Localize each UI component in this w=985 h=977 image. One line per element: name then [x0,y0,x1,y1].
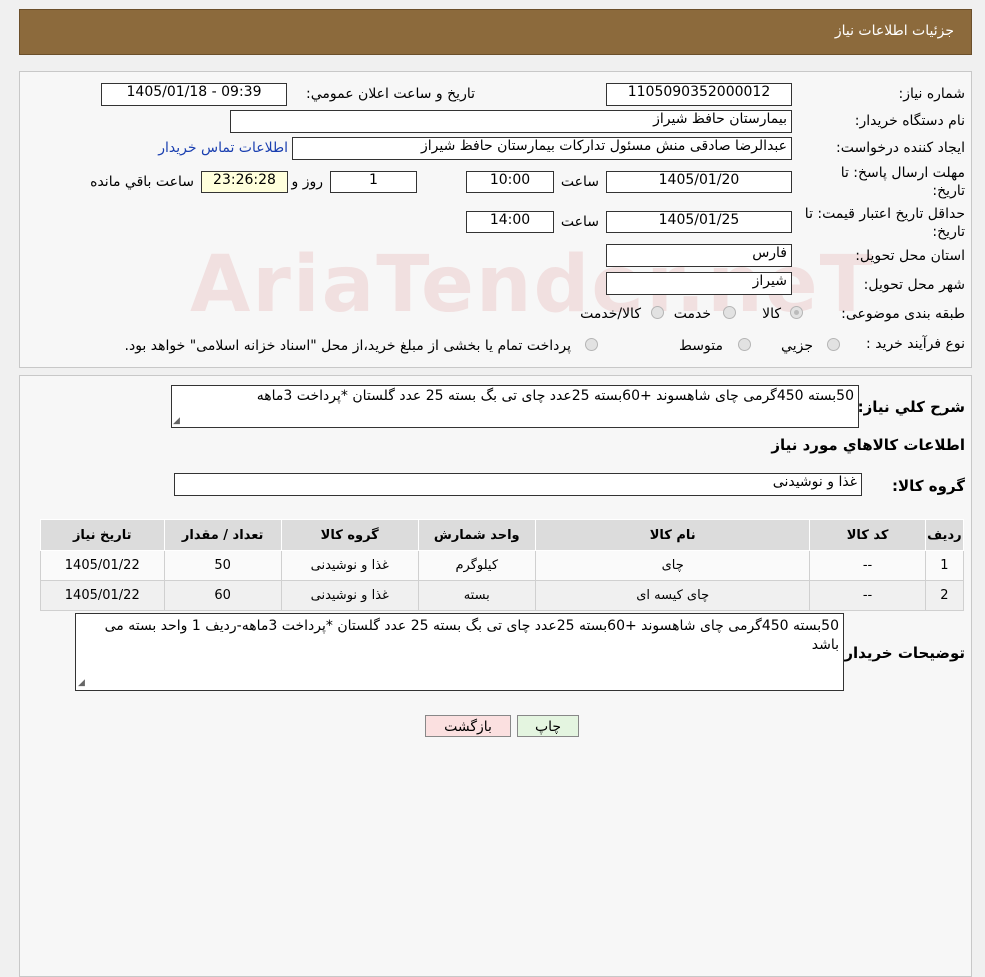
cell-goods-code: -- [809,550,926,581]
process-treasury-radio[interactable] [585,338,598,351]
cell-need-date: 1405/01/22 [40,580,165,611]
city-label: شهر محل تحويل: [863,277,965,293]
days-label: روز و [291,174,324,190]
buyer-notes-label: توضيحات خريدار: [838,644,965,662]
validity-label-line1: حداقل تاريخ اعتبار قيمت: تا [804,206,965,222]
cell-unit: کیلوگرم [417,550,536,581]
process-minor-radio[interactable] [827,338,840,351]
buyer-field[interactable]: بیمارستان حافظ شیراز [230,110,792,133]
goods-group-label: گروه کالا: [892,477,965,495]
announce-label: تاريخ و ساعت اعلان عمومي: [306,86,475,102]
buyer-label: نام دستگاه خريدار: [854,113,965,129]
description-resize-icon[interactable]: ◢ [173,416,180,426]
back-button[interactable]: بازگشت [425,715,511,737]
col-need-date: تاريخ نياز [40,519,165,551]
cell-quantity: 50 [163,550,282,581]
deadline-date-field[interactable]: 1405/01/20 [606,171,792,193]
cell-row-number: 1 [924,550,965,581]
table-row[interactable]: 2 -- چای کیسه ای بسته غذا و نوشیدنی 60 1… [40,580,965,611]
process-minor-label: جزيي [781,338,813,354]
items-table-header: رديف کد کالا نام کالا واحد شمارش گروه کا… [40,519,965,551]
description-label: شرح کلي نياز: [857,398,965,416]
process-medium-radio[interactable] [738,338,751,351]
table-row[interactable]: 1 -- چای کیلوگرم غذا و نوشیدنی 50 1405/0… [40,550,965,581]
deadline-label-line2: تاريخ: [932,183,965,199]
buyer-contact-link[interactable]: اطلاعات تماس خريدار [158,140,288,156]
province-label: استان محل تحويل: [855,248,965,264]
col-unit: واحد شمارش [417,519,536,551]
validity-date-field[interactable]: 1405/01/25 [606,211,792,233]
process-medium-label: متوسط [679,338,723,354]
category-service-radio[interactable] [723,306,736,319]
creator-field[interactable]: عبدالرضا صادقی منش مسئول تدارکات بیمارست… [292,137,792,160]
need-number-label: شماره نیاز: [898,86,966,102]
category-label: طبقه بندی موضوعی: [841,306,965,322]
validity-label-line2: تاريخ: [932,224,965,240]
deadline-label-line1: مهلت ارسال پاسخ: تا [840,165,965,181]
cell-goods-group: غذا و نوشیدنی [280,550,419,581]
cell-need-date: 1405/01/22 [40,550,165,581]
province-field[interactable]: فارس [606,244,792,267]
category-goods-service-label: کالا/خدمت [580,306,641,322]
deadline-time-field[interactable]: 10:00 [466,171,554,193]
category-goods-label: کالا [762,306,781,322]
cell-goods-name: چای کیسه ای [534,580,811,611]
need-number-field[interactable]: 1105090352000012 [606,83,792,106]
creator-label: ايجاد کننده درخواست: [836,140,965,156]
page-title: جزئیات اطلاعات نیاز [834,23,954,39]
col-goods-code: کد کالا [809,519,926,551]
category-service-label: خدمت [673,306,711,322]
process-label: نوع فرآيند خريد : [866,336,965,352]
process-treasury-note: پرداخت تمام یا بخشی از مبلغ خرید،از محل … [124,338,571,354]
description-textarea[interactable]: 50بسته 450گرمی چای شاهسوند +60بسته 25عدد… [171,385,859,428]
goods-section-title: اطلاعات کالاهاي مورد نياز [771,436,965,454]
col-row-number: رديف [924,519,965,551]
validity-time-field[interactable]: 14:00 [466,211,554,233]
city-field[interactable]: شیراز [606,272,792,295]
time-remaining-label: ساعت باقي مانده [90,174,194,190]
print-button[interactable]: چاپ [517,715,579,737]
category-goods-service-radio[interactable] [651,306,664,319]
cell-row-number: 2 [924,580,965,611]
cell-quantity: 60 [163,580,282,611]
category-goods-radio[interactable] [790,306,803,319]
cell-unit: بسته [417,580,536,611]
buyer-notes-textarea[interactable]: 50بسته 450گرمی چای شاهسوند +60بسته 25عدد… [75,613,844,691]
cell-goods-code: -- [809,580,926,611]
time-remaining-field[interactable]: 23:26:28 [201,171,288,193]
buyer-notes-resize-icon[interactable]: ◢ [78,678,85,688]
col-quantity: تعداد / مقدار [163,519,282,551]
validity-time-label: ساعت [560,214,599,230]
deadline-time-label: ساعت [560,174,599,190]
cell-goods-name: چای [534,550,811,581]
col-goods-group: گروه کالا [280,519,419,551]
days-remaining-field[interactable]: 1 [330,171,417,193]
col-goods-name: نام کالا [534,519,811,551]
goods-group-field[interactable]: غذا و نوشیدنی [174,473,862,496]
announce-datetime-field[interactable]: 1405/01/18 - 09:39 [101,83,287,106]
page-header: جزئیات اطلاعات نیاز [19,9,972,55]
cell-goods-group: غذا و نوشیدنی [280,580,419,611]
items-table: رديف کد کالا نام کالا واحد شمارش گروه کا… [40,519,965,611]
